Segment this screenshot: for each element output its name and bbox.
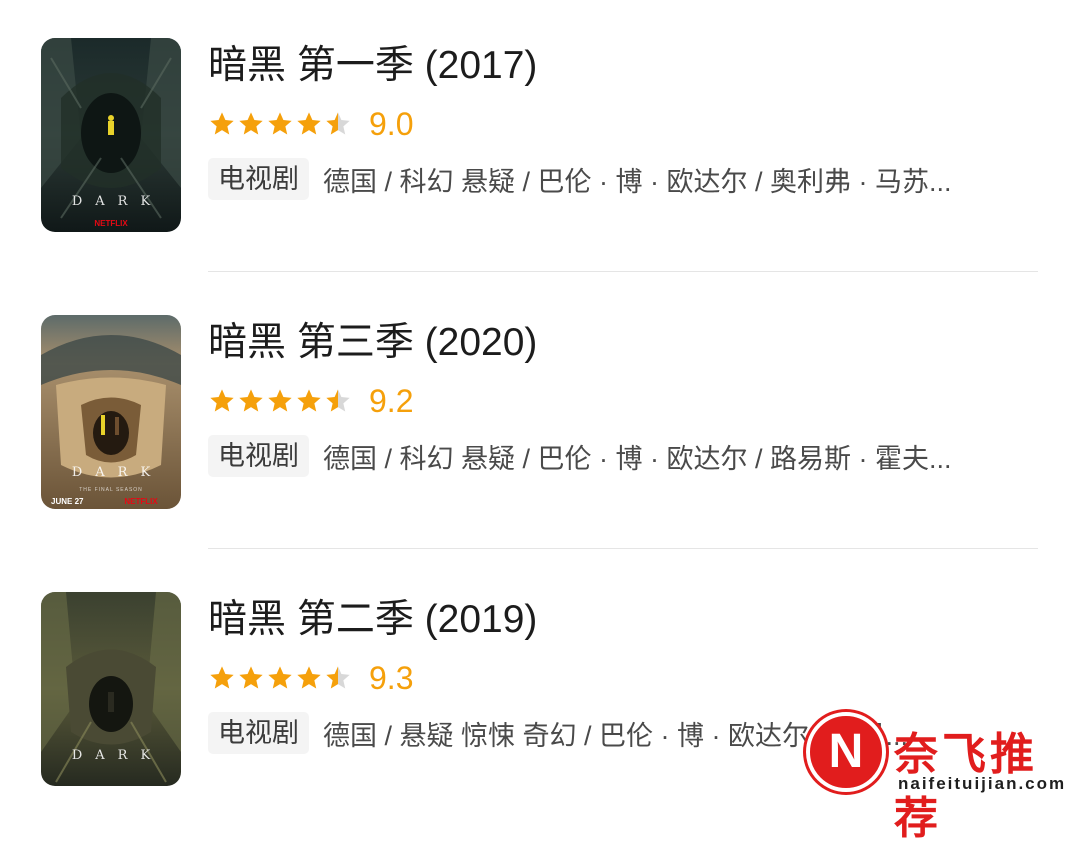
rating-row: 9.2 xyxy=(208,385,413,417)
divider xyxy=(208,271,1038,272)
star-rating xyxy=(208,664,352,692)
star-full-icon xyxy=(297,112,321,135)
brand-logo-icon: N xyxy=(806,712,886,792)
poster-image[interactable]: DARK THE FINAL SEASON JUNE 27 NETFLIX xyxy=(41,315,181,509)
item-title[interactable]: 暗黑 第二季 (2019) xyxy=(208,600,537,639)
netflix-logo: NETFLIX xyxy=(124,497,158,506)
star-full-icon xyxy=(239,389,263,412)
star-full-icon xyxy=(268,666,292,689)
star-full-icon xyxy=(210,389,234,412)
star-full-icon xyxy=(239,666,263,689)
rating-row: 9.3 xyxy=(208,662,413,694)
type-tag: 电视剧 xyxy=(208,435,309,477)
watermark: N 奈飞推荐 naifeituijian.com xyxy=(802,712,1080,844)
list-item[interactable]: DARK THE FINAL SEASON JUNE 27 NETFLIX 暗黑… xyxy=(0,277,1080,537)
poster-title: DARK xyxy=(71,194,164,209)
item-info: 德国 / 科幻 悬疑 / 巴伦 · 博 · 欧达尔 / 路易斯 · 霍夫... xyxy=(323,443,952,474)
star-half-icon xyxy=(326,666,350,689)
item-title[interactable]: 暗黑 第一季 (2017) xyxy=(208,46,537,85)
meta-row: 电视剧 德国 / 科幻 悬疑 / 巴伦 · 博 · 欧达尔 / 奥利弗 · 马苏… xyxy=(208,158,952,200)
star-full-icon xyxy=(297,389,321,412)
poster-image[interactable]: DARK xyxy=(41,592,181,786)
star-full-icon xyxy=(268,389,292,412)
item-info: 德国 / 科幻 悬疑 / 巴伦 · 博 · 欧达尔 / 奥利弗 · 马苏... xyxy=(323,166,952,197)
list-item[interactable]: DARK NETFLIX 暗黑 第一季 (2017) 9.0 电视剧 德国 / … xyxy=(0,0,1080,260)
poster-title: DARK xyxy=(71,748,164,763)
poster-note: THE FINAL SEASON xyxy=(79,487,143,493)
star-full-icon xyxy=(210,112,234,135)
star-full-icon xyxy=(210,666,234,689)
poster-title: DARK xyxy=(71,465,164,480)
star-full-icon xyxy=(268,112,292,135)
item-title[interactable]: 暗黑 第三季 (2020) xyxy=(208,323,537,362)
score-value: 9.0 xyxy=(369,106,414,142)
brand-logo-letter: N xyxy=(828,725,864,778)
score-value: 9.2 xyxy=(369,383,414,419)
star-half-icon xyxy=(326,389,350,412)
watermark-url: naifeituijian.com xyxy=(898,774,1067,793)
divider xyxy=(208,548,1038,549)
star-half-icon xyxy=(326,112,350,135)
rating-row: 9.0 xyxy=(208,108,413,140)
star-rating xyxy=(208,110,352,138)
meta-row: 电视剧 德国 / 科幻 悬疑 / 巴伦 · 博 · 欧达尔 / 路易斯 · 霍夫… xyxy=(208,435,952,477)
star-full-icon xyxy=(297,666,321,689)
type-tag: 电视剧 xyxy=(208,158,309,200)
star-rating xyxy=(208,387,352,415)
star-full-icon xyxy=(239,112,263,135)
score-value: 9.3 xyxy=(369,660,414,696)
netflix-logo: NETFLIX xyxy=(94,219,128,228)
type-tag: 电视剧 xyxy=(208,712,309,754)
poster-image[interactable]: DARK NETFLIX xyxy=(41,38,181,232)
